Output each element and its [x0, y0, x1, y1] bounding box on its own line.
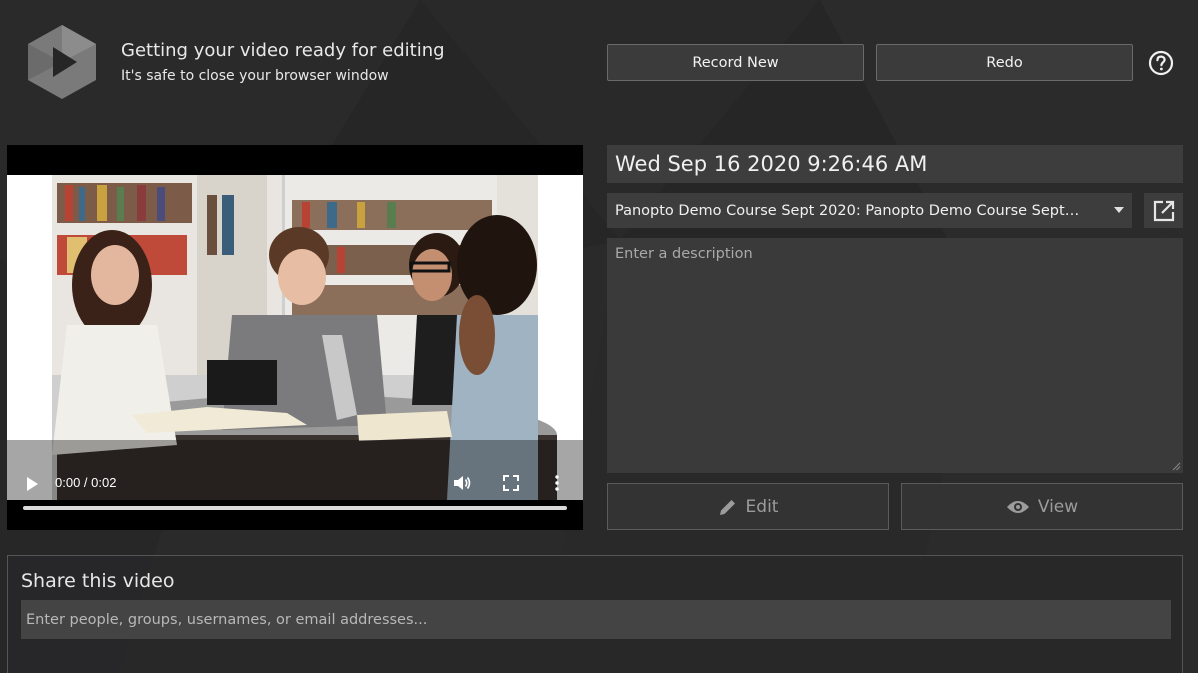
- record-new-button[interactable]: Record New: [607, 44, 864, 81]
- folder-select[interactable]: Panopto Demo Course Sept 2020: Panopto D…: [607, 193, 1132, 228]
- folder-select-value: Panopto Demo Course Sept 2020: Panopto D…: [615, 202, 1080, 219]
- help-question-icon[interactable]: [1148, 50, 1174, 76]
- share-title: Share this video: [21, 570, 175, 592]
- pencil-icon: [719, 499, 735, 515]
- external-link-icon: [1153, 200, 1175, 222]
- fullscreen-icon[interactable]: [502, 474, 520, 492]
- more-menu-icon[interactable]: [553, 474, 561, 492]
- share-section: Share this video Enter people, groups, u…: [7, 555, 1183, 673]
- share-input[interactable]: Enter people, groups, usernames, or emai…: [21, 600, 1171, 639]
- video-player[interactable]: 0:00 / 0:02: [7, 145, 583, 530]
- edit-button-label: Edit: [745, 496, 779, 517]
- video-controls: 0:00 / 0:02: [7, 460, 583, 530]
- view-button-label: View: [1037, 496, 1079, 517]
- description-placeholder: Enter a description: [615, 246, 753, 262]
- session-title-field[interactable]: Wed Sep 16 2020 9:26:46 AM: [607, 145, 1183, 183]
- video-time: 0:00 / 0:02: [55, 475, 117, 490]
- view-button[interactable]: View: [901, 483, 1183, 530]
- description-textarea[interactable]: Enter a description: [607, 238, 1183, 473]
- open-folder-button[interactable]: [1144, 193, 1183, 228]
- play-icon[interactable]: [24, 476, 40, 492]
- edit-button[interactable]: Edit: [607, 483, 889, 530]
- recorder-page: Getting your video ready for editing It'…: [0, 0, 1198, 673]
- video-thumbnail-students: [7, 175, 583, 500]
- volume-icon[interactable]: [453, 474, 471, 492]
- page-title: Getting your video ready for editing: [121, 40, 445, 61]
- resize-grip-icon[interactable]: [1171, 461, 1181, 471]
- chevron-down-icon: [1114, 207, 1124, 213]
- panopto-logo-icon: [28, 25, 96, 99]
- video-progress-bar[interactable]: [23, 506, 567, 510]
- eye-icon: [1006, 500, 1029, 513]
- redo-button[interactable]: Redo: [876, 44, 1133, 81]
- page-subtitle: It's safe to close your browser window: [121, 68, 389, 84]
